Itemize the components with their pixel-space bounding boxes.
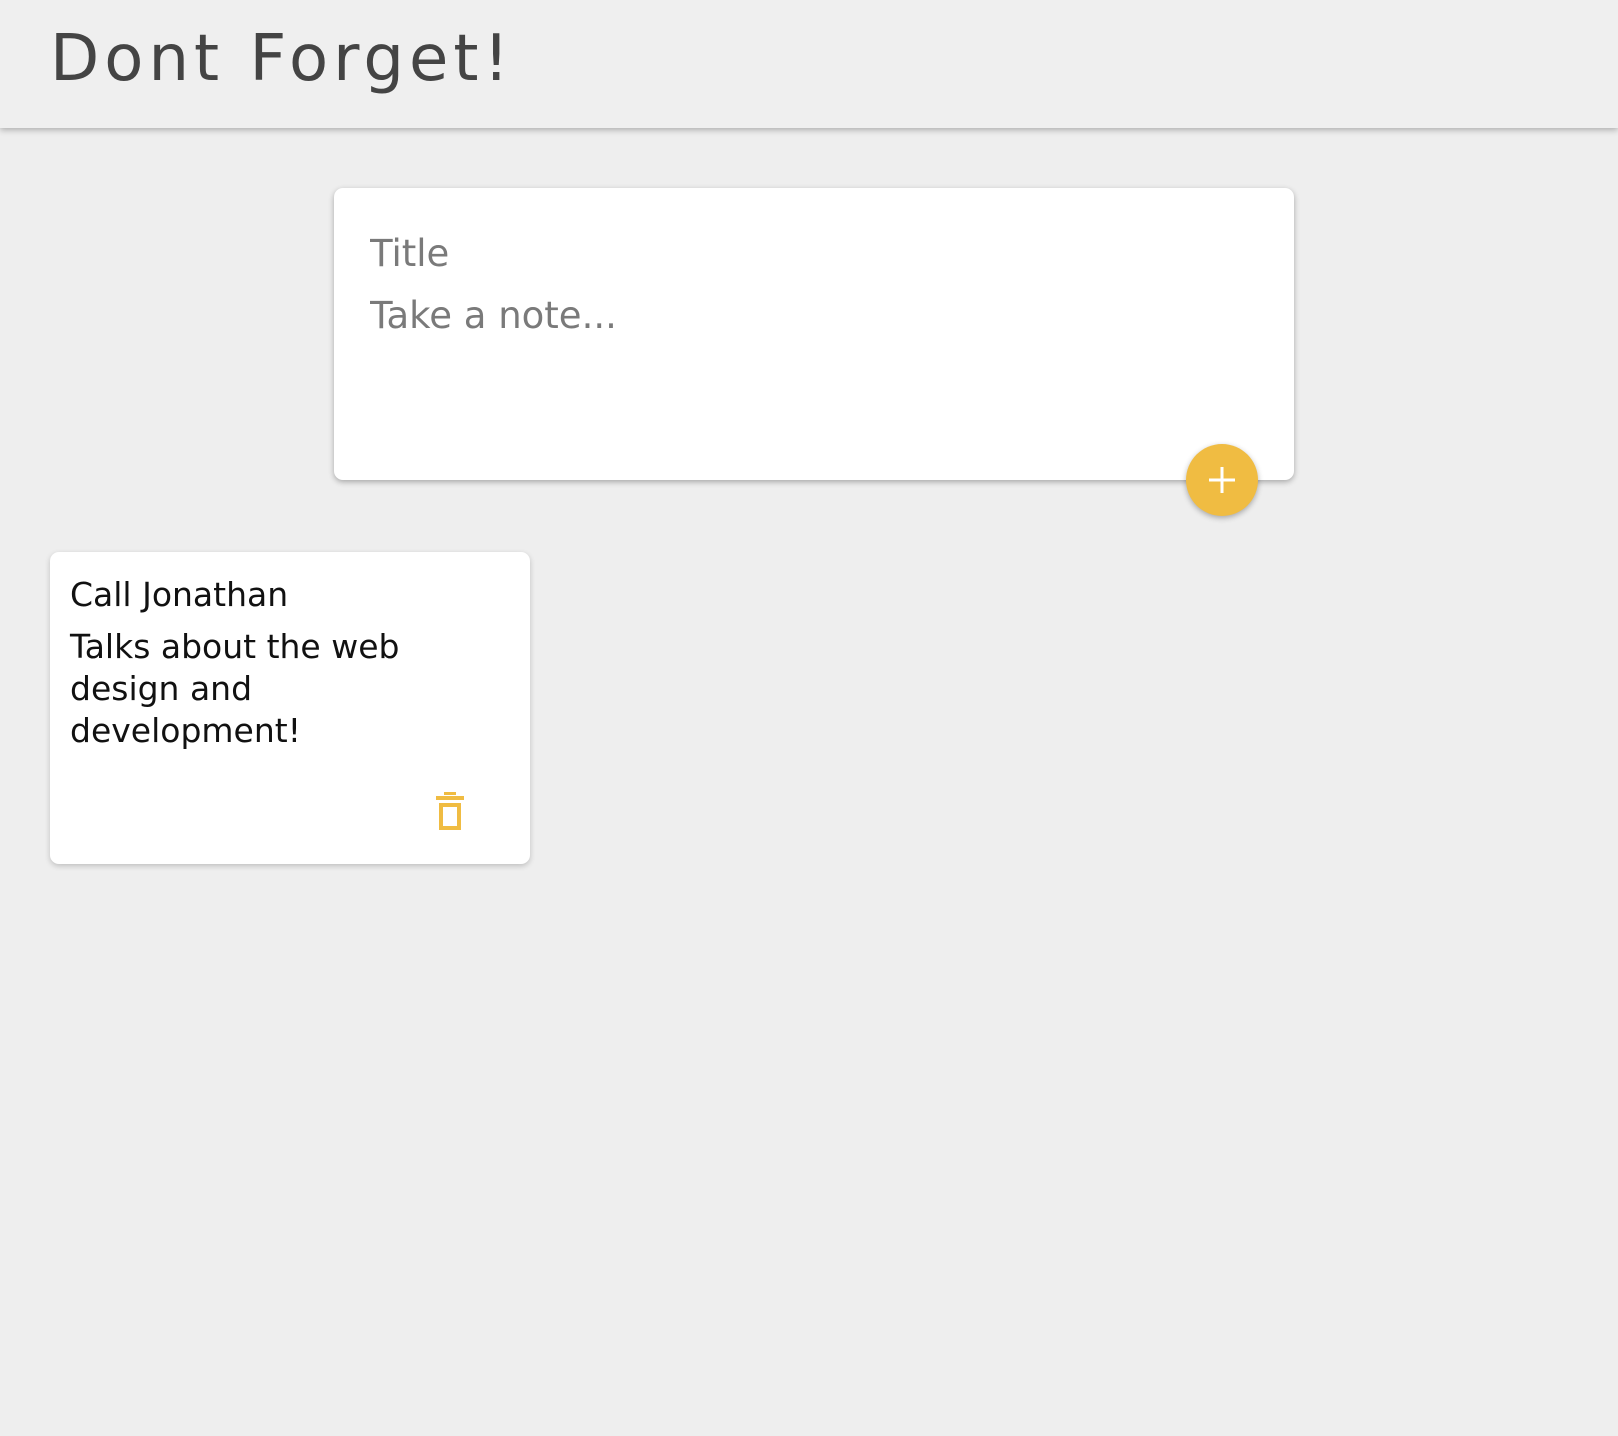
trash-icon	[436, 792, 464, 830]
title-input[interactable]	[370, 228, 1250, 278]
note-title: Call Jonathan	[70, 575, 289, 614]
delete-note-button[interactable]	[420, 780, 480, 840]
app-title: Dont Forget!	[50, 22, 515, 96]
note-content-input[interactable]	[370, 292, 1250, 442]
app-header: Dont Forget!	[0, 0, 1618, 128]
note-composer	[334, 188, 1294, 480]
note-content: Talks about the web design and developme…	[70, 627, 400, 750]
plus-icon	[1209, 467, 1235, 493]
note-card: Call Jonathan Talks about the web design…	[50, 552, 530, 864]
add-note-button[interactable]	[1186, 444, 1258, 516]
